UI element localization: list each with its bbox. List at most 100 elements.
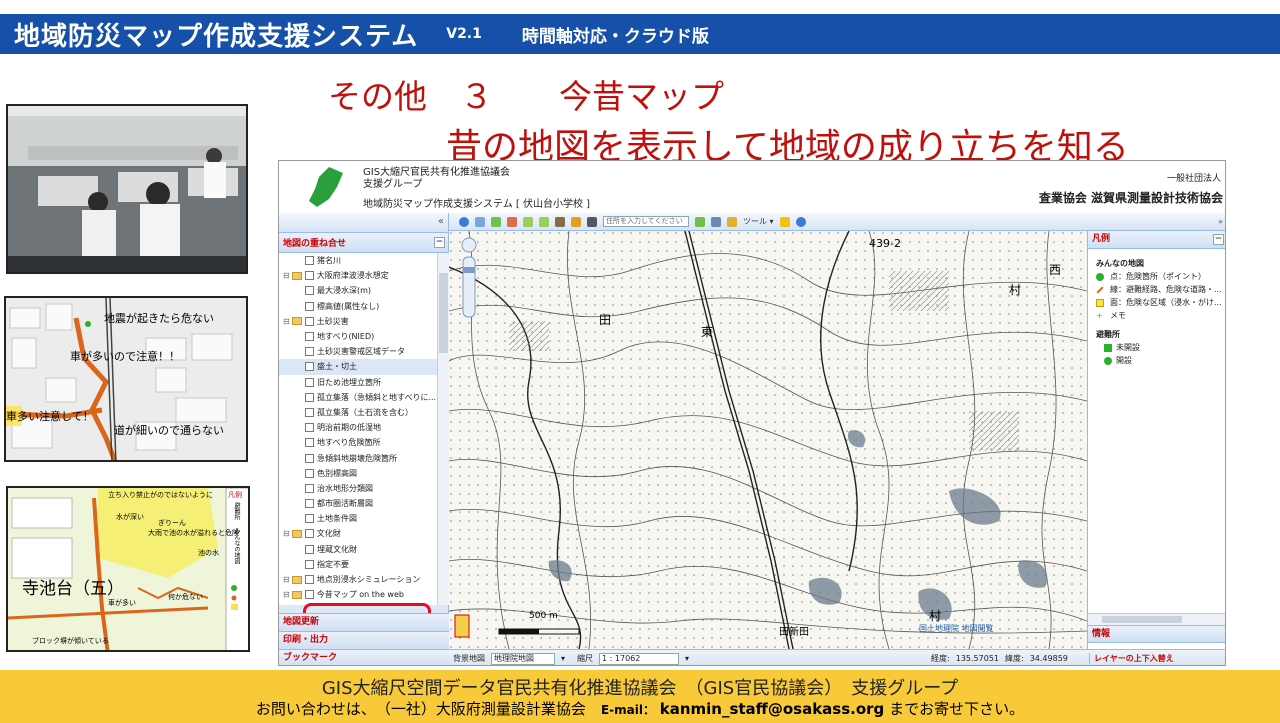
layer-checkbox[interactable] xyxy=(305,514,314,524)
layer-checkbox[interactable] xyxy=(305,392,314,402)
layer-panel-header[interactable]: 地図の重ね合せ − xyxy=(279,233,448,253)
layer-checkbox[interactable] xyxy=(305,544,314,554)
layers-icon[interactable] xyxy=(571,216,581,227)
layer-tree-item[interactable]: 都市圏活断層図 xyxy=(279,496,437,511)
tools-menu[interactable]: ツール ▾ xyxy=(743,216,774,227)
layer-label: 孤立集落（急傾斜と地すべりに... xyxy=(317,392,437,402)
help-icon[interactable] xyxy=(795,216,806,227)
layer-checkbox[interactable] xyxy=(305,453,314,463)
map-label: 西 xyxy=(1049,263,1062,277)
layer-tree-item[interactable]: 土地条件図 xyxy=(279,511,437,526)
print-output-panel[interactable]: 印刷・出力 xyxy=(279,631,449,649)
layer-checkbox[interactable] xyxy=(304,316,314,326)
layer-tree-item[interactable]: 地すべり(NIED) xyxy=(279,329,437,344)
expand-toggle-icon[interactable]: ⊟ xyxy=(283,529,290,538)
collapse-left-icon[interactable]: « xyxy=(438,216,444,227)
print-icon[interactable] xyxy=(711,216,721,227)
chevron-down-icon[interactable]: ▾ xyxy=(561,654,565,663)
layer-checkbox[interactable] xyxy=(305,301,314,311)
scale-select[interactable]: 1 : 17062 xyxy=(599,652,680,665)
layer-tree-item[interactable]: ⊟ 文化財 xyxy=(279,526,437,541)
favorite-star-icon[interactable] xyxy=(779,216,790,227)
expand-toggle-icon[interactable]: ⊟ xyxy=(283,271,290,280)
layer-tree-item[interactable]: 孤立集落（急傾斜と地すべりに... xyxy=(279,390,437,405)
layer-checkbox[interactable] xyxy=(305,423,314,433)
point-icon xyxy=(1096,272,1104,281)
layer-checkbox[interactable] xyxy=(305,347,314,357)
expand-toggle-icon[interactable]: ⊟ xyxy=(283,575,290,584)
layer-tree-item[interactable]: 盛土・切土 xyxy=(279,359,437,375)
pan-icon[interactable] xyxy=(475,216,485,227)
layer-tree-item[interactable]: ⊟ 今昔マップ on the web xyxy=(279,587,437,602)
layer-tree-item[interactable]: 旧ため池埋立箇所 xyxy=(279,375,437,390)
zoom-in-icon[interactable] xyxy=(491,216,501,227)
info-panel[interactable]: 情報 xyxy=(1088,625,1225,643)
legend-item[interactable]: 面：危険な区域（浸水・がけ... xyxy=(1088,296,1225,309)
legend-group-title: みんなの地図 xyxy=(1096,259,1144,268)
grid-icon[interactable] xyxy=(587,216,597,227)
base-map-label: 背景地図 xyxy=(453,654,485,663)
legend-toggle-icon[interactable]: − xyxy=(1213,234,1224,245)
layer-tree-item[interactable]: 埋蔵文化財 xyxy=(279,542,437,557)
layer-tree-item[interactable]: 急傾斜地崩壊危険箇所 xyxy=(279,450,437,465)
layer-reorder-panel[interactable]: レイヤーの上下入替え xyxy=(1089,653,1223,664)
layer-checkbox[interactable] xyxy=(304,271,314,281)
legend-item[interactable]: 線：避難経路、危険な道路・... xyxy=(1088,283,1225,296)
zoom-out-icon[interactable] xyxy=(507,216,517,227)
layer-tree-item[interactable]: 標高値(属性なし) xyxy=(279,299,437,314)
base-map-select[interactable]: 地理院地図 xyxy=(491,652,555,665)
expand-right-icon[interactable]: » xyxy=(1218,217,1223,226)
layer-checkbox[interactable] xyxy=(305,256,314,266)
legend-item[interactable]: 点：危険箇所（ポイント） xyxy=(1088,270,1225,283)
panel-toggle-icon[interactable]: − xyxy=(434,237,445,248)
legend-item[interactable]: 開設 xyxy=(1088,354,1225,367)
forward-icon[interactable] xyxy=(539,216,549,227)
map-view[interactable]: 500 m 国土地理院 地図閲覧 439-2 田 東 西 村 村 田新田 xyxy=(449,231,1087,649)
layer-tree-item[interactable]: 孤立集落（土石流を含む） xyxy=(279,405,437,420)
export-icon[interactable] xyxy=(727,216,737,227)
map-credit[interactable]: 国土地理院 地図閲覧 xyxy=(919,623,994,634)
back-icon[interactable] xyxy=(523,216,533,227)
expand-toggle-icon[interactable]: ⊟ xyxy=(283,317,290,326)
legend-hscroll[interactable] xyxy=(1088,613,1225,625)
left-panel-top: « xyxy=(279,213,448,233)
search-go-icon[interactable] xyxy=(695,216,705,227)
layer-checkbox[interactable] xyxy=(305,499,314,509)
legend-item[interactable]: + メモ xyxy=(1088,309,1225,322)
layer-checkbox[interactable] xyxy=(305,407,314,417)
measure-icon[interactable] xyxy=(555,216,565,227)
layer-tree-item[interactable]: 猪名川 xyxy=(279,253,437,268)
layer-checkbox[interactable] xyxy=(305,377,314,387)
layer-tree-item[interactable]: ⊟ 地点別浸水シミュレーション xyxy=(279,572,437,587)
address-search-input[interactable]: 住所を入力してください xyxy=(603,216,689,227)
bookmark-panel[interactable]: ブックマーク xyxy=(279,649,449,665)
layer-tree-item[interactable]: ⊟ 大阪府津波浸水想定 xyxy=(279,268,437,283)
layer-tree-item[interactable]: 最大浸水深(m) xyxy=(279,283,437,298)
layer-checkbox[interactable] xyxy=(305,559,314,569)
layer-checkbox[interactable] xyxy=(304,575,314,585)
layer-tree-item[interactable]: ⊟ 土砂災害 xyxy=(279,314,437,329)
map-update-panel[interactable]: 地図更新 xyxy=(279,613,449,631)
info-icon[interactable] xyxy=(459,216,469,227)
email-link[interactable]: kanmin_staff@osakass.org xyxy=(660,700,885,718)
layer-tree-item[interactable]: 地すべり危険箇所 xyxy=(279,435,437,450)
layer-checkbox[interactable] xyxy=(305,483,314,493)
layer-checkbox[interactable] xyxy=(304,590,314,600)
layer-checkbox[interactable] xyxy=(305,362,314,372)
chevron-down-icon[interactable]: ▾ xyxy=(685,654,689,663)
layer-tree-item[interactable]: 指定不要 xyxy=(279,557,437,572)
layer-checkbox[interactable] xyxy=(304,529,314,539)
layer-checkbox[interactable] xyxy=(305,332,314,342)
layer-checkbox[interactable] xyxy=(305,286,314,296)
layer-checkbox[interactable] xyxy=(305,438,314,448)
layer-tree-item[interactable]: 色別標高図 xyxy=(279,466,437,481)
tree-scrollbar[interactable] xyxy=(437,253,449,605)
legend-item[interactable]: 未開設 xyxy=(1088,341,1225,354)
expand-toggle-icon[interactable]: ⊟ xyxy=(283,590,290,599)
layer-tree-item[interactable]: 治水地形分類図 xyxy=(279,481,437,496)
layer-tree-item[interactable]: 明治前期の低湿地 xyxy=(279,420,437,435)
layer-tree-item[interactable]: 土砂災害警戒区域データ xyxy=(279,344,437,359)
gis-app-window: GIS大縮尺官民共有化推進協議会 支援グループ 地域防災マップ作成支援システム [… xyxy=(278,160,1226,666)
legend-header[interactable]: 凡例 − xyxy=(1088,231,1225,249)
layer-checkbox[interactable] xyxy=(305,468,314,478)
